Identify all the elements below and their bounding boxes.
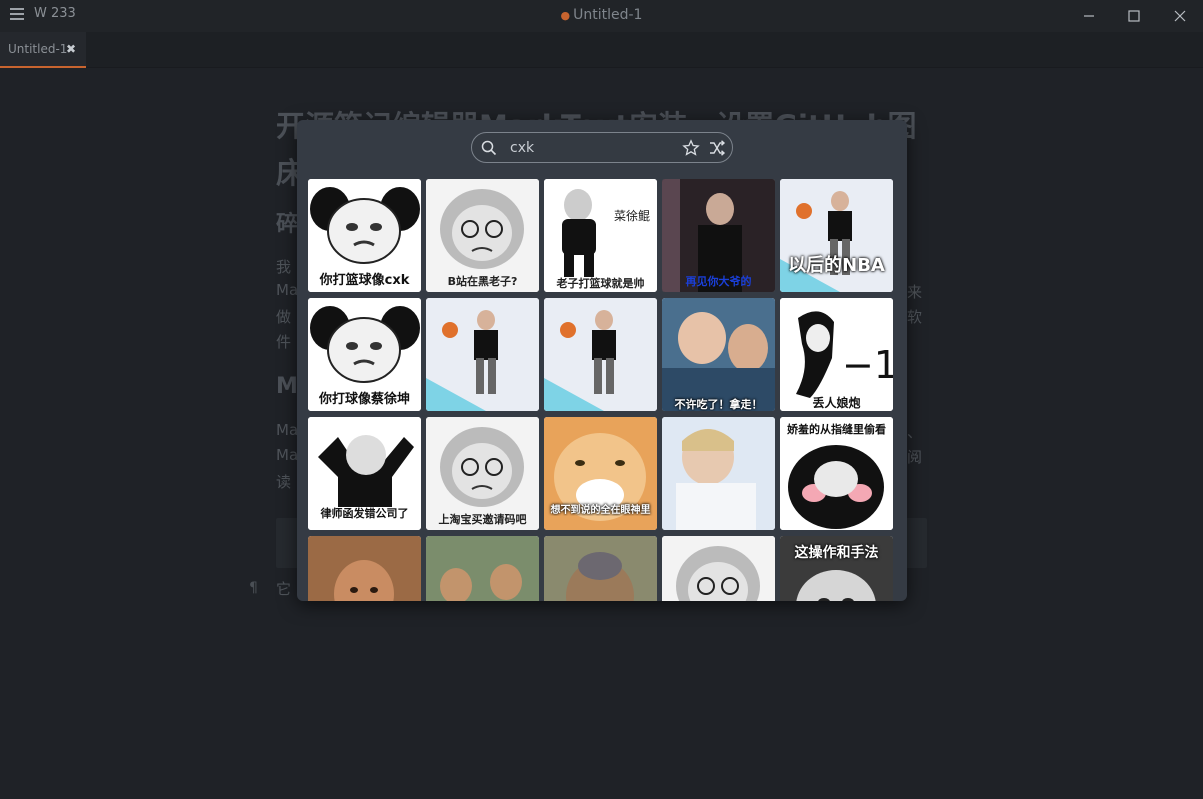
sticker-picker: 你打篮球像cxkB站在黑老子?菜徐鲲老子打篮球就是帅再见你大爷的以后的NBA你打…: [297, 120, 907, 601]
sticker-caption: 上淘宝买邀请码吧: [438, 513, 527, 526]
svg-text:−1: −1: [842, 343, 893, 387]
section-heading: M: [276, 374, 298, 399]
close-window-button[interactable]: [1168, 4, 1192, 28]
unsaved-dot-icon: ●: [560, 9, 571, 22]
paragraph-line: Ma: [276, 281, 299, 299]
sticker-item[interactable]: [544, 536, 657, 601]
close-icon: [1174, 10, 1186, 22]
sticker-image: [662, 536, 775, 601]
sticker-search-box: [471, 132, 733, 163]
minimize-button[interactable]: [1077, 4, 1101, 28]
sticker-item[interactable]: 律师函发错公司了: [308, 417, 421, 530]
tab-untitled-1[interactable]: Untitled-1 ✖: [0, 32, 86, 68]
sticker-caption: 老子打篮球就是帅: [556, 277, 645, 290]
maximize-icon: [1128, 10, 1140, 22]
sticker-image: [426, 298, 539, 411]
star-icon[interactable]: [682, 139, 700, 157]
sticker-caption: 丢人娘炮: [812, 396, 861, 410]
paragraph-line-end: 阅: [907, 448, 923, 466]
sticker-caption: 再见你大爷的: [685, 275, 752, 288]
paragraph-line: 它: [276, 580, 292, 598]
maximize-button[interactable]: [1122, 4, 1146, 28]
sticker-item[interactable]: [308, 536, 421, 601]
sticker-image: [426, 536, 539, 601]
sticker-caption: 想不到说的全在眼神里: [550, 505, 651, 516]
sticker-caption: 你打篮球像cxk: [319, 273, 410, 288]
paragraph-line: Ma: [276, 446, 299, 464]
paragraph-line: 做: [276, 308, 292, 326]
paragraph-line: 我: [276, 258, 292, 276]
sticker-image: [544, 298, 657, 411]
title-bar: W 233 ● Untitled-1: [0, 0, 1203, 32]
sticker-item[interactable]: [662, 417, 775, 530]
sticker-caption: 律师函发错公司了: [320, 507, 409, 520]
section-heading: 碎: [276, 212, 299, 237]
sticker-item[interactable]: 娇羞的从指缝里偷看: [780, 417, 893, 530]
sticker-item[interactable]: [544, 298, 657, 411]
sticker-caption: 不许吃了！拿走！: [674, 398, 763, 411]
sticker-item[interactable]: 你打篮球像cxk: [308, 179, 421, 292]
paragraph-line-end: 来: [907, 283, 923, 301]
sticker-caption: 以后的NBA: [788, 255, 885, 276]
sticker-item[interactable]: [662, 536, 775, 601]
paragraph-line: 件: [276, 333, 292, 351]
sticker-item[interactable]: 你打球像蔡徐坤: [308, 298, 421, 411]
sticker-item[interactable]: 再见你大爷的: [662, 179, 775, 292]
sticker-image: [544, 536, 657, 601]
sticker-image: [662, 298, 775, 411]
sticker-image: [662, 417, 775, 530]
search-input[interactable]: [510, 137, 670, 159]
sticker-caption: 这操作和手法: [794, 545, 879, 561]
sticker-item[interactable]: 这操作和手法: [780, 536, 893, 601]
paragraph-line: Ma: [276, 421, 299, 439]
sticker-item[interactable]: 想不到说的全在眼神里: [544, 417, 657, 530]
sticker-item[interactable]: B站在黑老子?: [426, 179, 539, 292]
sticker-item[interactable]: [426, 298, 539, 411]
paragraph-line-end: 、: [907, 423, 923, 441]
sticker-caption: 娇羞的从指缝里偷看: [787, 423, 886, 436]
paragraph-line-end: 软: [907, 308, 923, 326]
sticker-item[interactable]: 不许吃了！拿走！: [662, 298, 775, 411]
sticker-caption: B站在黑老子?: [447, 275, 518, 288]
minimize-icon: [1084, 15, 1094, 17]
sticker-image: [308, 536, 421, 601]
shuffle-icon[interactable]: [708, 139, 726, 157]
tab-label: Untitled-1: [8, 42, 68, 56]
search-icon: [481, 140, 497, 156]
tab-bar: Untitled-1 ✖: [0, 32, 1203, 68]
sticker-item[interactable]: 上淘宝买邀请码吧: [426, 417, 539, 530]
sticker-item[interactable]: [426, 536, 539, 601]
tab-close-icon[interactable]: ✖: [66, 42, 76, 56]
sticker-item[interactable]: 以后的NBA: [780, 179, 893, 292]
window-title: ● Untitled-1: [0, 7, 1203, 23]
paragraph-marker-icon: ¶: [249, 580, 258, 596]
sticker-item[interactable]: −1−1丢人娘炮: [780, 298, 893, 411]
sticker-item[interactable]: 菜徐鲲老子打篮球就是帅: [544, 179, 657, 292]
paragraph-line: 读: [276, 473, 292, 491]
window-title-text: Untitled-1: [573, 7, 643, 23]
sticker-caption: 你打球像蔡徐坤: [318, 392, 410, 407]
sticker-side-text: 菜徐鲲: [614, 209, 651, 223]
